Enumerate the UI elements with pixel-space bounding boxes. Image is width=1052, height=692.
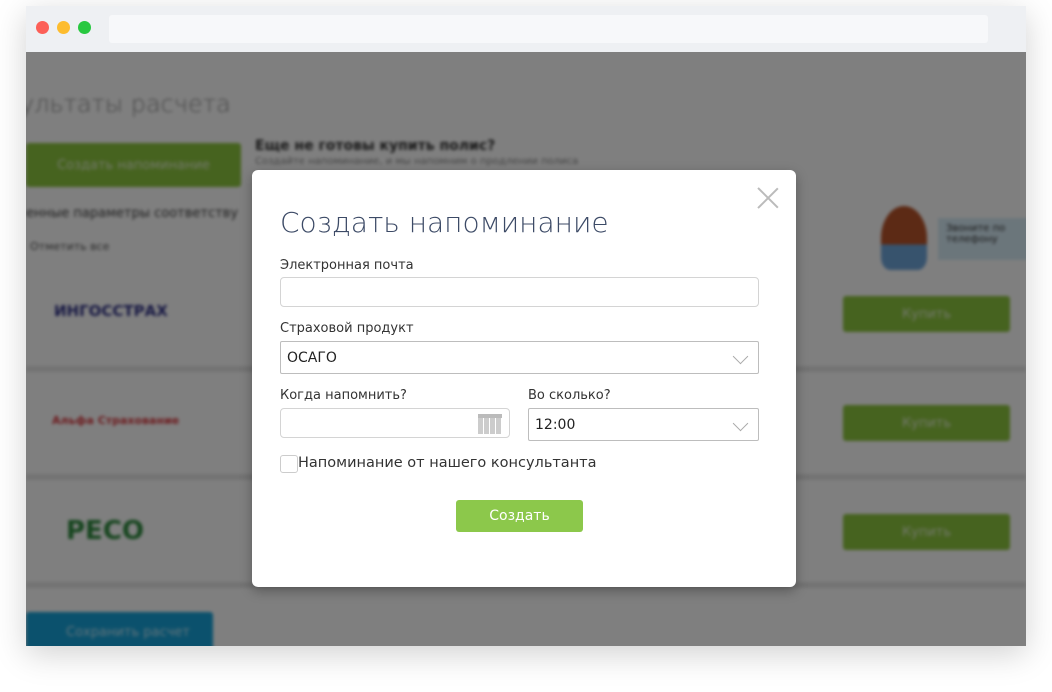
browser-titlebar — [26, 6, 1026, 52]
maximize-window-button[interactable] — [78, 21, 91, 34]
browser-window: ультаты расчета Создать напоминание Еще … — [26, 6, 1026, 646]
close-window-button[interactable] — [36, 21, 49, 34]
consultant-checkbox-label[interactable]: Напоминание от нашего консультанта — [298, 455, 597, 471]
create-button[interactable]: Создать — [456, 500, 583, 532]
time-select[interactable]: 12:00 — [528, 408, 759, 441]
date-field[interactable] — [280, 408, 510, 438]
modal-title: Создать напоминание — [280, 206, 609, 239]
chevron-down-icon — [732, 348, 749, 365]
calendar-icon[interactable] — [478, 414, 502, 434]
when-label: Когда напомнить? — [280, 388, 407, 403]
product-select[interactable]: ОСАГО — [280, 341, 759, 374]
chevron-down-icon — [732, 415, 749, 432]
close-icon[interactable] — [756, 186, 780, 210]
minimize-window-button[interactable] — [57, 21, 70, 34]
address-bar[interactable] — [109, 15, 988, 43]
create-reminder-modal: Создать напоминание Электронная почта Ст… — [252, 170, 796, 587]
page-content: ультаты расчета Создать напоминание Еще … — [26, 52, 1026, 646]
product-label: Страховой продукт — [280, 321, 414, 336]
consultant-checkbox[interactable] — [280, 455, 298, 473]
time-value: 12:00 — [535, 416, 576, 433]
product-value: ОСАГО — [287, 349, 337, 366]
email-label: Электронная почта — [280, 258, 414, 273]
email-field[interactable] — [280, 277, 759, 307]
time-label: Во сколько? — [528, 388, 611, 403]
